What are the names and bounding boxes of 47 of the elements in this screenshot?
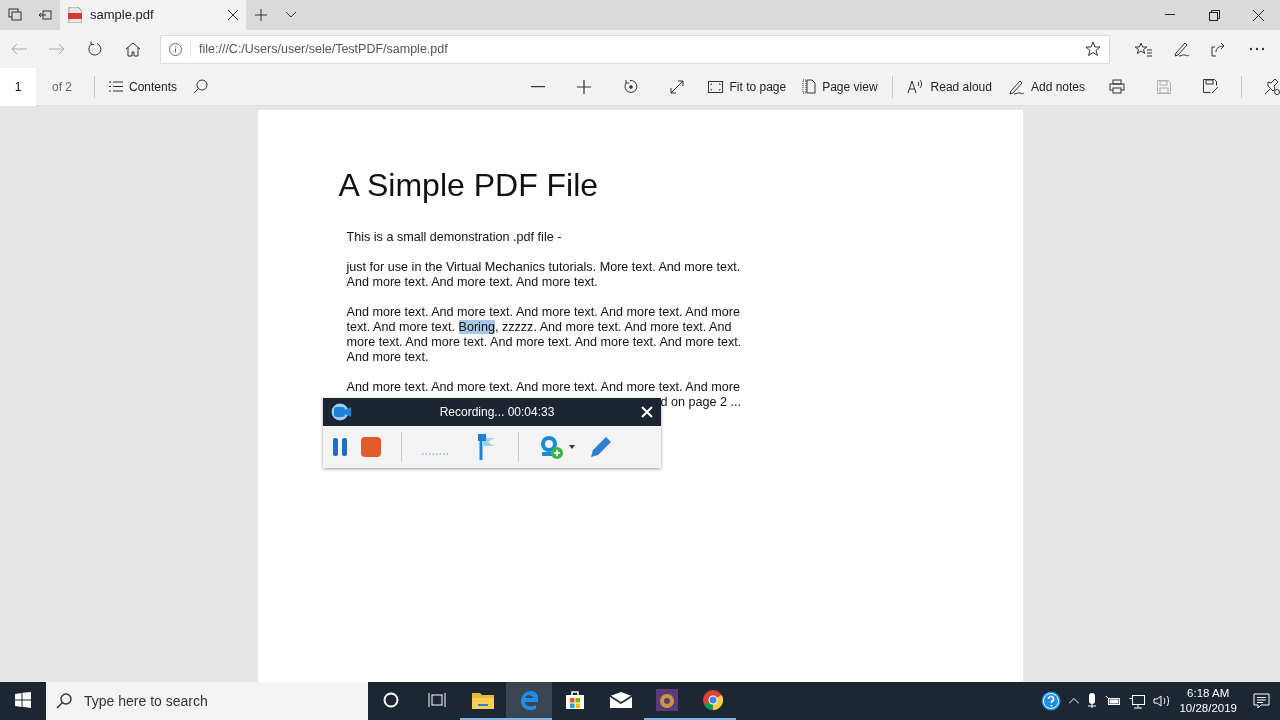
caret-icon[interactable] xyxy=(569,445,575,449)
search-icon xyxy=(56,693,72,709)
chevron-up-icon[interactable] xyxy=(1069,698,1080,704)
close-tab-icon[interactable] xyxy=(228,10,238,20)
page-number-field[interactable]: 1 xyxy=(0,67,36,106)
search-field[interactable]: Type here to search xyxy=(82,689,342,713)
recording-status: Recording... 00:04:33 xyxy=(438,404,556,421)
browser-tab[interactable]: sample.pdf xyxy=(60,0,246,30)
search-box[interactable]: Type here to search xyxy=(46,682,368,720)
read-aloud-button[interactable]: Read aloud xyxy=(898,69,1000,104)
close-icon[interactable] xyxy=(641,406,653,418)
help-icon[interactable] xyxy=(1041,691,1062,711)
clock[interactable]: 6:18 AM 10/28/2019 xyxy=(1179,686,1237,716)
paragraph: And more text. And more text. And more text. And more text. And more xyxy=(346,380,741,396)
browser-icon[interactable] xyxy=(506,682,552,720)
fit-page-icon xyxy=(708,80,724,93)
pen-icon xyxy=(1007,78,1025,95)
webcam-add-icon[interactable] xyxy=(539,435,563,459)
read-aloud-icon xyxy=(906,79,925,94)
fit-page-button[interactable]: Fit to page xyxy=(700,69,795,104)
page-button[interactable]: Page view xyxy=(794,69,886,104)
address-bar[interactable]: file:///C:/Users/user/sele/TestPDF/sample.pdf xyxy=(160,34,1110,64)
document-title: A Simple PDF File xyxy=(338,166,600,205)
battery-icon[interactable] xyxy=(1105,695,1122,707)
url-text: file:///C:/Users/user/sele/TestPDF/sample.pdf xyxy=(190,39,1085,59)
contents-button[interactable]: Contents xyxy=(101,69,186,104)
notifications-icon[interactable] xyxy=(1253,693,1270,709)
stop-icon[interactable] xyxy=(361,437,381,457)
page-count: of 2 xyxy=(51,78,73,96)
volume-icon[interactable] xyxy=(1153,694,1172,708)
pdf-file-icon xyxy=(68,7,82,23)
page-icon xyxy=(802,79,817,94)
microphone-icon[interactable] xyxy=(1087,693,1098,709)
paragraph-fragment: d on page 2 ... xyxy=(659,395,743,411)
info-icon xyxy=(169,42,182,56)
audio-level-icon xyxy=(422,452,448,456)
paragraph: And more text. And more text. And more text. And more text. And more text. And more text. Boring, zzzzz. And more text. And more text. And more text. And more text. And more text. And more text. And more text. And more text. xyxy=(346,305,743,366)
network-icon[interactable] xyxy=(1129,693,1146,709)
paragraph: just for use in the Virtual Mechanics tutorials. More text. And more text. And more text. And more text. And more text. xyxy=(346,260,742,291)
paragraph: This is a small demonstration .pdf file - xyxy=(346,230,563,246)
pause-icon[interactable] xyxy=(333,438,347,456)
star-icon[interactable] xyxy=(1085,41,1101,57)
pencil-icon[interactable] xyxy=(589,435,613,459)
list-icon xyxy=(109,81,123,92)
camera-icon xyxy=(331,403,353,421)
tab-title: sample.pdf xyxy=(90,6,155,25)
pen-button[interactable]: Add notes xyxy=(999,69,1093,104)
